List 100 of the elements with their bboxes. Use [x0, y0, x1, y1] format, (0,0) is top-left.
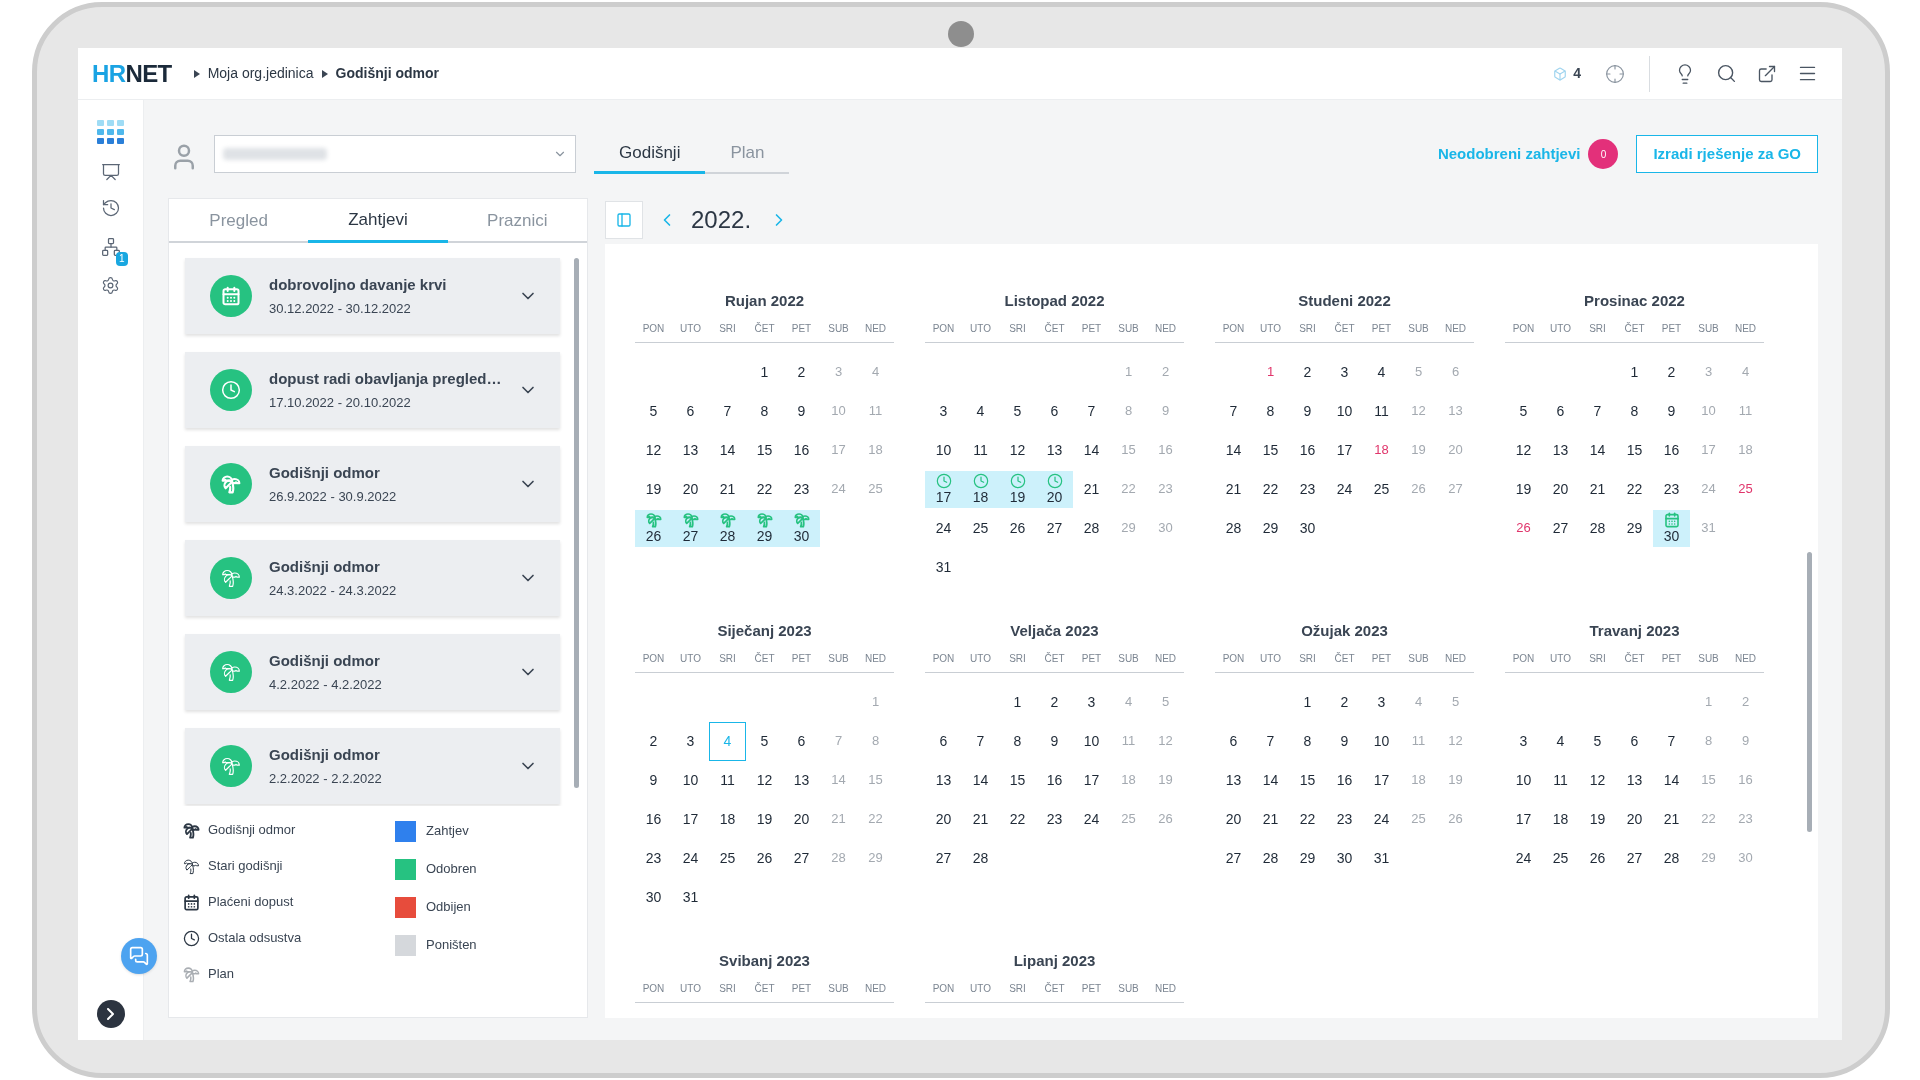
request-card[interactable]: dopust radi obavljanja pregled… 17.10.2022 - 20.10.2022 [185, 352, 560, 428]
day-number: 13 [793, 770, 810, 790]
weekend-day-number: 15 [868, 771, 883, 790]
settings-icon[interactable] [101, 276, 120, 295]
month-title: Rujan 2022 [723, 291, 806, 311]
weekday-label: NED [863, 651, 888, 666]
weekend-day-number: 25 [1121, 810, 1136, 829]
day-number: 1 [1303, 692, 1312, 712]
day-number: 16 [1046, 770, 1063, 790]
day-number: 19 [1515, 479, 1532, 499]
chat-button[interactable] [120, 938, 157, 974]
weekend-day-number: 17 [1701, 441, 1716, 460]
day-number: 13 [1225, 770, 1242, 790]
weekday-label: SUB [1697, 321, 1720, 336]
weekend-day-number: 23 [1738, 810, 1753, 829]
day-number: 14 [972, 770, 989, 790]
weekday-label: NED [1443, 651, 1468, 666]
external-link-icon[interactable] [1757, 63, 1777, 84]
day-number: 27 [793, 848, 810, 868]
legend-label: Stari godišnji [208, 857, 283, 876]
day-number: 12 [1515, 440, 1532, 460]
request-card[interactable]: Godišnji odmor 2.2.2022 - 2.2.2022 [185, 728, 560, 804]
day-number: 19 [645, 479, 662, 499]
day-number: 16 [793, 440, 810, 460]
weekday-label: PET [790, 981, 813, 996]
day-number: 14 [1083, 440, 1100, 460]
weekday-label: UTO [1549, 321, 1572, 336]
day-number: 29 [1262, 518, 1279, 538]
expand-button[interactable] [96, 1000, 125, 1028]
day-number: 7 [1087, 401, 1096, 421]
legend-label: Plaćeni dopust [208, 893, 294, 912]
weekday-label: ČET [1043, 981, 1066, 996]
weekday-label: NED [863, 321, 888, 336]
weekend-day-number: 12 [1158, 732, 1173, 751]
network-icon[interactable] [100, 237, 121, 257]
day-number: 13 [1046, 440, 1063, 460]
clock-icon [972, 472, 989, 489]
weekend-day-number: 18 [1121, 771, 1136, 790]
day-number: 2 [1667, 362, 1676, 382]
weekday-label: SUB [1117, 321, 1140, 336]
clock-icon [935, 472, 952, 489]
weekend-day-number: 15 [1701, 771, 1716, 790]
weekday-label: NED [1153, 651, 1178, 666]
breadcrumb-link[interactable]: Godišnji odmor [335, 63, 439, 84]
request-title: Godišnji odmor [269, 744, 381, 765]
weekday-label: NED [1443, 321, 1468, 336]
request-title: dobrovoljno davanje krvi [269, 274, 448, 295]
day-number: 6 [1050, 401, 1059, 421]
day-number: 30 [1336, 848, 1353, 868]
day-number: 23 [1663, 479, 1680, 499]
weekday-label: PET [1370, 651, 1393, 666]
weekend-day-number: 8 [1704, 732, 1713, 751]
weekday-label: SRI [1008, 981, 1027, 996]
weekend-day-number: 4 [871, 363, 880, 382]
today-day: 4 [709, 721, 746, 761]
search-icon[interactable] [1716, 63, 1737, 84]
view-tab[interactable]: Godišnji [594, 134, 706, 174]
request-card[interactable]: Godišnji odmor 26.9.2022 - 30.9.2022 [185, 446, 560, 522]
day-number: 26 [1009, 518, 1026, 538]
request-card[interactable]: dobrovoljno davanje krvi 30.12.2022 - 30.12.2022 [185, 258, 560, 334]
weekend-day-number: 25 [868, 480, 883, 499]
presentation-icon[interactable] [100, 162, 121, 182]
counter-text: 4 [1573, 64, 1581, 83]
request-dates: 4.2.2022 - 4.2.2022 [269, 676, 383, 694]
weekend-day-number: 9 [1741, 732, 1750, 751]
counter-indicator[interactable]: 4 [1553, 63, 1581, 84]
month-title: Prosinac 2022 [1583, 291, 1686, 311]
day-number: 22 [1626, 479, 1643, 499]
day-number: 20 [793, 809, 810, 829]
history-icon[interactable] [100, 198, 121, 218]
sidebar-toggle-button[interactable] [605, 201, 643, 239]
day-number: 10 [1515, 770, 1532, 790]
day-number: 17 [935, 488, 952, 505]
weekday-label: ČET [753, 981, 776, 996]
weekend-day-number: 19 [1158, 771, 1173, 790]
weekend-day-number: 18 [1411, 771, 1426, 790]
day-number: 28 [1083, 518, 1100, 538]
request-card[interactable]: Godišnji odmor 4.2.2022 - 4.2.2022 [185, 634, 560, 710]
day-number: 29 [1626, 518, 1643, 538]
day-number: 13 [1626, 770, 1643, 790]
breadcrumb-link[interactable]: Moja org.jedinica [207, 63, 314, 84]
weekday-label: PET [1080, 321, 1103, 336]
day-number: 12 [1009, 440, 1026, 460]
day-number: 5 [1593, 731, 1602, 751]
weekday-label: SUB [827, 981, 850, 996]
day-number: 21 [1225, 479, 1242, 499]
request-title: dopust radi obavljanja pregled… [269, 368, 503, 389]
weekend-day-number: 16 [1738, 771, 1753, 790]
request-card[interactable]: Godišnji odmor 24.3.2022 - 24.3.2022 [185, 540, 560, 616]
request-dates: 17.10.2022 - 20.10.2022 [269, 394, 412, 412]
weekend-day-number: 17 [831, 441, 846, 460]
weekend-day-number: 26 [1158, 810, 1173, 829]
notification-badge: 1 [115, 252, 128, 266]
weekday-label: NED [863, 981, 888, 996]
apps-grid-icon[interactable] [96, 120, 125, 146]
clock-icon [1009, 472, 1026, 489]
panel-tab[interactable]: Zahtjevi [308, 199, 448, 243]
day-number: 20 [935, 809, 952, 829]
request-title: Godišnji odmor [269, 462, 381, 483]
crosshair-icon[interactable] [1605, 63, 1625, 84]
